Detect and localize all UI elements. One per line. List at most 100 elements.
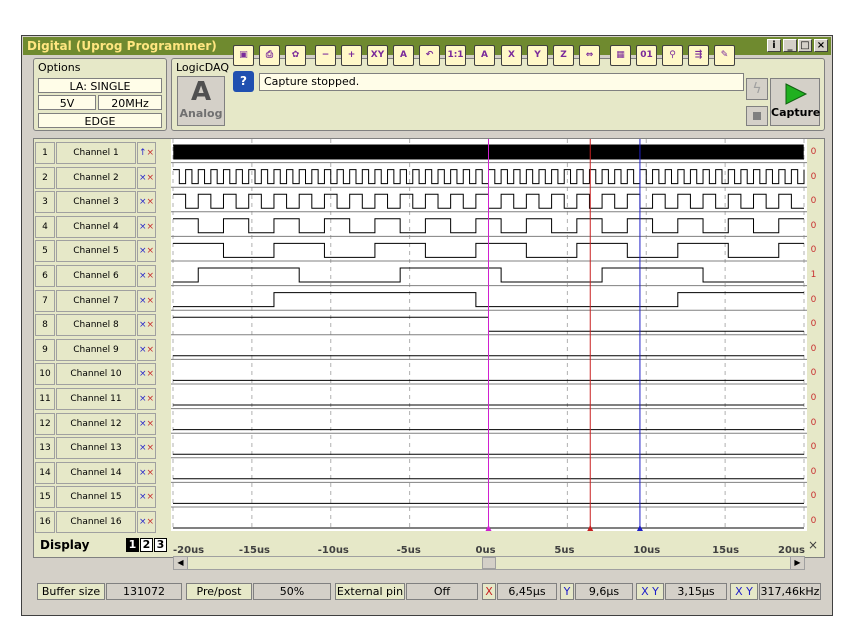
trigger-a[interactable]: × <box>139 419 147 429</box>
trigger-b[interactable]: × <box>147 246 155 256</box>
print-icon[interactable]: ⎙ <box>259 45 280 66</box>
channel-name[interactable]: Channel 7 <box>56 289 136 312</box>
channel-name[interactable]: Channel 9 <box>56 338 136 361</box>
channel-name[interactable]: Channel 15 <box>56 486 136 509</box>
cursor-y-icon[interactable]: Y <box>527 45 548 66</box>
clear-cursors-icon[interactable]: × <box>808 538 818 552</box>
channel-trigger[interactable]: ×× <box>137 511 156 533</box>
trigger-a[interactable]: × <box>139 369 147 379</box>
channel-name[interactable]: Channel 8 <box>56 314 136 337</box>
find-icon[interactable]: ⚲ <box>662 45 683 66</box>
voltage-select[interactable]: 5V <box>38 95 96 110</box>
zoom-a-icon[interactable]: A <box>393 45 414 66</box>
trigger-a[interactable]: × <box>139 173 147 183</box>
trigger-a[interactable]: × <box>139 394 147 404</box>
display-page-2[interactable]: 2 <box>140 538 153 552</box>
decode-icon[interactable]: ⇶ <box>688 45 709 66</box>
trigger-a[interactable]: × <box>139 320 147 330</box>
zoom-undo-icon[interactable]: ↶ <box>419 45 440 66</box>
trigger-b[interactable]: × <box>147 419 155 429</box>
scroll-left-icon[interactable]: ◀ <box>174 557 188 569</box>
channel-trigger[interactable]: ×× <box>137 191 156 214</box>
channel-trigger[interactable]: ×× <box>137 363 156 386</box>
trigger-b[interactable]: × <box>147 492 155 502</box>
zoom-xy-icon[interactable]: XY <box>367 45 388 66</box>
channel-name[interactable]: Channel 11 <box>56 388 136 410</box>
channel-name[interactable]: Channel 14 <box>56 461 136 484</box>
external-pin-value[interactable]: Off <box>406 583 478 600</box>
analog-button[interactable]: A Analog <box>177 76 225 126</box>
channel-trigger[interactable]: ×× <box>137 215 156 238</box>
trigger-a[interactable]: × <box>139 246 147 256</box>
trigger-b[interactable]: × <box>147 197 155 207</box>
trigger-a[interactable]: × <box>139 345 147 355</box>
channel-name[interactable]: Channel 13 <box>56 437 136 460</box>
frequency-select[interactable]: 20MHz <box>98 95 162 110</box>
channel-name[interactable]: Channel 10 <box>56 363 136 386</box>
trigger-a[interactable]: × <box>139 517 147 527</box>
channel-name[interactable]: Channel 2 <box>56 166 136 189</box>
scroll-right-icon[interactable]: ▶ <box>790 557 804 569</box>
trigger-b[interactable]: × <box>147 320 155 330</box>
horizontal-scrollbar[interactable]: ◀ ▶ <box>173 556 805 570</box>
trigger-b[interactable]: × <box>147 443 155 453</box>
trigger-b[interactable]: × <box>147 345 155 355</box>
maximize-button[interactable]: □ <box>798 39 812 52</box>
channel-trigger[interactable]: ×× <box>137 412 156 435</box>
trigger-b[interactable]: × <box>147 369 155 379</box>
channel-name[interactable]: Channel 5 <box>56 240 136 263</box>
trigger-a[interactable]: × <box>139 296 147 306</box>
channel-trigger[interactable]: ×× <box>137 240 156 263</box>
trigger-a[interactable]: ↑ <box>139 148 147 158</box>
channel-name[interactable]: Channel 6 <box>56 265 136 287</box>
color-icon[interactable]: ▦ <box>610 45 631 66</box>
trigger-mode-select[interactable]: EDGE <box>38 113 162 128</box>
channel-name[interactable]: Channel 4 <box>56 215 136 238</box>
save-icon[interactable]: ▣ <box>233 45 254 66</box>
trigger-a[interactable]: × <box>139 492 147 502</box>
help-icon[interactable]: ? <box>233 71 254 92</box>
channel-name[interactable]: Channel 1 <box>56 142 136 164</box>
info-button[interactable]: i <box>767 39 781 52</box>
channel-name[interactable]: Channel 12 <box>56 412 136 435</box>
channel-trigger[interactable]: ×× <box>137 166 156 189</box>
buffer-size-value[interactable]: 131072 <box>106 583 182 600</box>
channel-name[interactable]: Channel 16 <box>56 511 136 533</box>
trigger-b[interactable]: × <box>147 148 155 158</box>
settings-icon[interactable]: ✿ <box>285 45 306 66</box>
channel-trigger[interactable]: ×× <box>137 338 156 361</box>
trigger-b[interactable]: × <box>147 271 155 281</box>
prepost-value[interactable]: 50% <box>253 583 331 600</box>
channel-trigger[interactable]: ×× <box>137 289 156 312</box>
trigger-a[interactable]: × <box>139 271 147 281</box>
cursor-x-icon[interactable]: X <box>501 45 522 66</box>
trigger-b[interactable]: × <box>147 517 155 527</box>
trigger-b[interactable]: × <box>147 296 155 306</box>
trigger-b[interactable]: × <box>147 468 155 478</box>
trigger-a[interactable]: × <box>139 222 147 232</box>
channel-name[interactable]: Channel 3 <box>56 191 136 214</box>
zoom-out-icon[interactable]: − <box>315 45 336 66</box>
minimize-button[interactable]: _ <box>783 39 797 52</box>
channel-trigger[interactable]: ×× <box>137 388 156 410</box>
channel-trigger[interactable]: ×× <box>137 486 156 509</box>
trigger-a[interactable]: × <box>139 197 147 207</box>
trigger-b[interactable]: × <box>147 222 155 232</box>
close-button[interactable]: × <box>814 39 828 52</box>
channel-trigger[interactable]: ×× <box>137 437 156 460</box>
binary-icon[interactable]: 01 <box>636 45 657 66</box>
trigger-b[interactable]: × <box>147 173 155 183</box>
zoom-in-icon[interactable]: + <box>341 45 362 66</box>
zoom-fit-icon[interactable]: 1:1 <box>445 45 466 66</box>
mode-select[interactable]: LA: SINGLE <box>38 78 162 93</box>
cursor-a-icon[interactable]: A <box>474 45 495 66</box>
cursor-z-icon[interactable]: Z <box>553 45 574 66</box>
trigger-a[interactable]: × <box>139 443 147 453</box>
stop-button[interactable] <box>746 106 768 126</box>
cursor-snap-icon[interactable]: ⇔ <box>579 45 600 66</box>
tools-icon[interactable]: ✎ <box>714 45 735 66</box>
channel-trigger[interactable]: ×× <box>137 461 156 484</box>
trigger-b[interactable]: × <box>147 394 155 404</box>
trigger-a[interactable]: × <box>139 468 147 478</box>
display-page-1[interactable]: 1 <box>126 538 139 552</box>
